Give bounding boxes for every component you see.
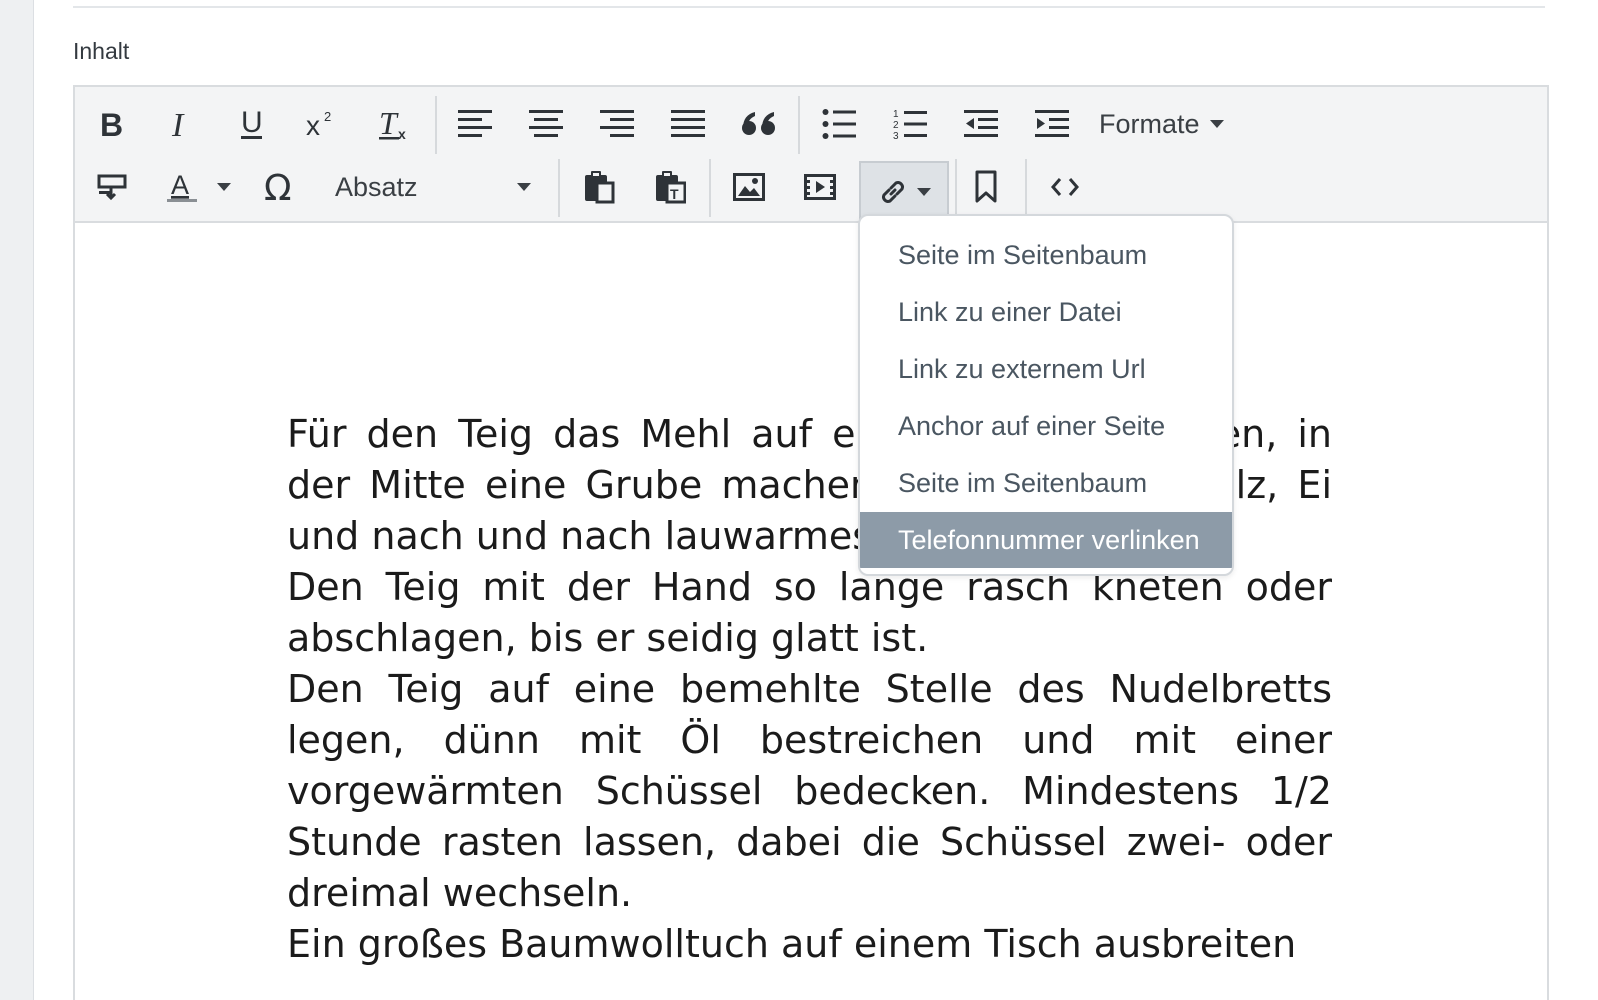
align-left-icon [458,109,492,139]
chevron-down-icon [1209,120,1224,128]
toolbar-separator [798,96,800,154]
formats-dropdown[interactable]: Formate [1099,98,1239,150]
special-character-icon: Ω [263,169,297,205]
align-left-button[interactable] [447,98,503,150]
svg-text:x: x [398,126,406,142]
svg-text:A: A [171,170,189,200]
align-center-icon [529,109,563,139]
video-icon [804,174,836,200]
bold-icon: B [98,108,126,140]
paragraph: Den Teig mit der Hand so lange rasch kne… [287,565,1332,660]
link-icon [877,176,909,208]
align-justify-icon [671,109,705,139]
chevron-down-icon [217,183,231,191]
source-code-button[interactable] [1037,161,1093,213]
anchor-button[interactable] [959,161,1013,213]
bullet-list-button[interactable] [811,98,867,150]
svg-text:3: 3 [893,131,899,140]
align-right-button[interactable] [589,98,645,150]
app-window: Inhalt B I U x2 Tx 1 2 3 Formate A Ω Abs… [0,0,1598,1000]
menu-item-anchor-on-page[interactable]: Anchor auf einer Seite [860,398,1232,454]
svg-text:2: 2 [893,120,899,131]
text-color-icon: A [166,169,198,205]
rich-text-editor: B I U x2 Tx 1 2 3 Formate A Ω Absatz T F… [73,85,1549,1000]
svg-text:U: U [241,107,263,139]
toolbar-separator [955,159,957,217]
clear-formatting-icon: Tx [377,106,413,142]
insert-image-button[interactable] [721,161,777,213]
editor-toolbar: B I U x2 Tx 1 2 3 Formate A Ω Absatz T [75,87,1547,223]
menu-item-page-in-tree-2[interactable]: Seite im Seitenbaum [860,455,1232,511]
paste-button[interactable] [571,161,627,213]
bookmark-icon [974,170,998,204]
svg-text:1: 1 [893,109,899,120]
svg-text:Ω: Ω [264,169,292,205]
align-justify-button[interactable] [660,98,716,150]
bullet-list-icon [822,109,856,139]
numbered-list-button[interactable]: 123 [882,98,938,150]
field-label: Inhalt [73,38,130,64]
block-format-dropdown[interactable]: Absatz [333,161,537,213]
indent-icon [1035,109,1069,139]
outdent-icon [964,109,998,139]
svg-text:T: T [670,186,679,202]
insert-link-dropdown-button[interactable] [859,161,949,221]
image-icon [733,173,765,201]
blockquote-button[interactable] [731,98,787,150]
insert-template-button[interactable] [87,161,137,213]
text-color-dropdown[interactable] [209,161,239,213]
clear-formatting-button[interactable]: Tx [367,98,423,150]
left-gutter [0,0,34,1000]
svg-text:B: B [100,108,123,140]
menu-item-external-url[interactable]: Link zu externem Url [860,341,1232,397]
blockquote-icon [741,110,777,138]
menu-item-phone-number-link[interactable]: Telefonnummer verlinken [860,512,1232,568]
insert-template-icon [97,172,127,202]
divider [73,6,1545,8]
svg-text:T: T [379,106,399,141]
menu-item-page-in-tree[interactable]: Seite im Seitenbaum [860,227,1232,283]
superscript-button[interactable]: x2 [297,98,347,150]
special-character-button[interactable]: Ω [255,161,305,213]
insert-video-button[interactable] [792,161,848,213]
align-right-icon [600,109,634,139]
toolbar-separator [558,159,560,217]
link-dropdown-menu: Seite im Seitenbaum Link zu einer Datei … [858,214,1234,576]
chevron-down-icon [917,188,931,196]
italic-icon: I [168,108,196,140]
paragraph: Ein großes Baumwolltuch auf einem Tisch … [287,922,1297,966]
outdent-button[interactable] [953,98,1009,150]
paste-as-text-icon: T [654,170,686,204]
underline-icon: U [238,107,266,141]
paragraph: Den Teig auf eine bemehlte Stelle des Nu… [287,667,1332,915]
menu-item-link-to-file[interactable]: Link zu einer Datei [860,284,1232,340]
block-format-label: Absatz [335,171,418,202]
align-center-button[interactable] [518,98,574,150]
superscript-icon: x2 [305,108,339,140]
numbered-list-icon: 123 [893,108,927,140]
svg-text:2: 2 [324,109,331,124]
text-color-button[interactable]: A [157,161,207,213]
source-code-icon [1050,176,1080,198]
bold-button[interactable]: B [87,98,137,150]
paste-as-text-button[interactable]: T [642,161,698,213]
toolbar-separator [709,159,711,217]
chevron-down-icon [517,183,531,191]
paste-icon [583,170,615,204]
indent-button[interactable] [1024,98,1080,150]
italic-button[interactable]: I [157,98,207,150]
svg-text:x: x [306,110,320,140]
formats-label: Formate [1099,108,1200,139]
toolbar-separator [1025,159,1027,217]
toolbar-separator [435,96,437,154]
svg-text:I: I [171,108,185,140]
underline-button[interactable]: U [227,98,277,150]
